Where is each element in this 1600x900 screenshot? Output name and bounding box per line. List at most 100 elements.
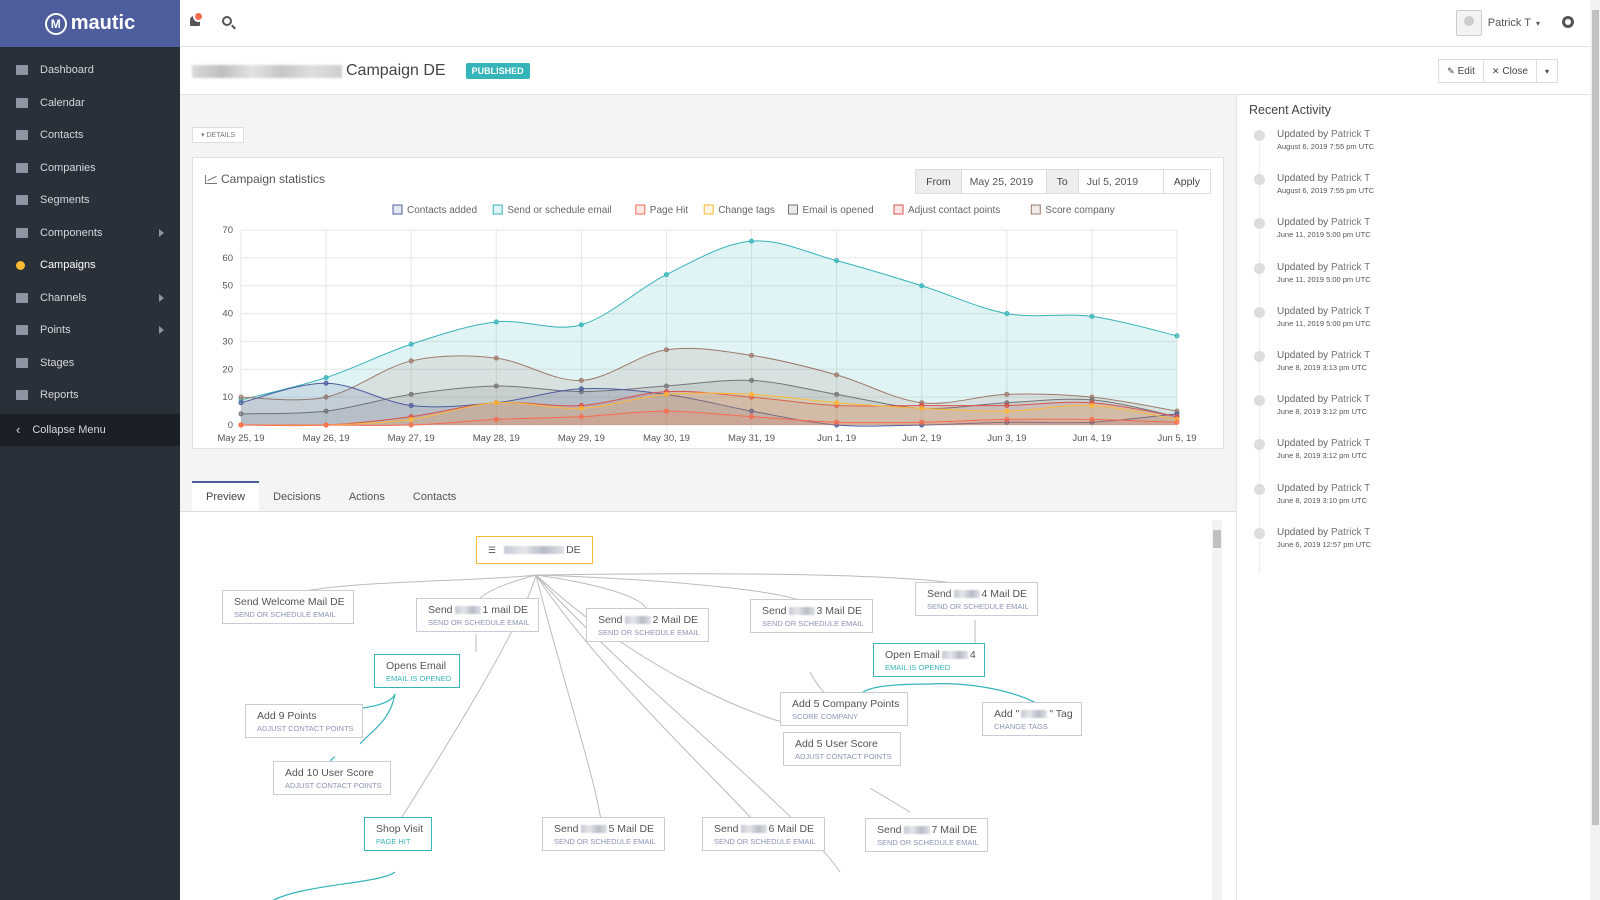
legend-item[interactable]: Adjust contact points (893, 204, 1000, 216)
data-point[interactable] (749, 238, 755, 244)
legend-item[interactable]: Email is opened (788, 204, 874, 216)
sidebar-item-companies[interactable]: Companies (0, 152, 180, 185)
data-point[interactable] (578, 405, 584, 411)
data-point[interactable] (1089, 313, 1095, 319)
campaign-source-node[interactable]: ☰ DE (476, 536, 593, 564)
flow-node-mail4[interactable]: Send 4 Mail DE Send or schedule email (915, 582, 1038, 616)
data-point[interactable] (493, 319, 499, 325)
data-point[interactable] (1004, 416, 1010, 422)
flow-node-pts9[interactable]: Add 9 Points Adjust contact points (245, 704, 363, 738)
flow-node-user10[interactable]: Add 10 User Score Adjust contact points (273, 761, 391, 795)
data-point[interactable] (238, 422, 244, 428)
data-point[interactable] (493, 416, 499, 422)
data-point[interactable] (663, 347, 669, 353)
data-point[interactable] (578, 414, 584, 420)
data-point[interactable] (919, 283, 925, 289)
flow-node-mail1[interactable]: Send 1 mail DE Send or schedule email (416, 598, 539, 632)
sidebar-item-calendar[interactable]: Calendar (0, 87, 180, 120)
flow-node-mail5[interactable]: Send 5 Mail DE Send or schedule email (542, 817, 665, 851)
close-button[interactable]: ✕ Close (1482, 59, 1537, 83)
activity-user-link[interactable]: Patrick T (1331, 173, 1370, 184)
legend-item[interactable]: Page Hit (635, 204, 689, 216)
apply-button[interactable]: Apply (1162, 169, 1211, 194)
activity-user-link[interactable]: Patrick T (1331, 306, 1370, 317)
tab-actions[interactable]: Actions (335, 481, 399, 511)
from-date-input[interactable]: May 25, 2019 (960, 169, 1047, 194)
data-point[interactable] (1004, 403, 1010, 408)
notifications-button[interactable] (188, 11, 204, 28)
legend-item[interactable]: Send or schedule email (492, 204, 612, 216)
activity-user-link[interactable]: Patrick T (1331, 527, 1370, 538)
flow-node-tag[interactable]: Add " " Tag Change tags (982, 702, 1082, 736)
sidebar-item-reports[interactable]: Reports (0, 379, 180, 412)
flow-node-open4[interactable]: Open Email 4 Email is opened (873, 643, 985, 677)
legend-item[interactable]: Score company (1030, 204, 1115, 216)
sidebar-item-contacts[interactable]: Contacts (0, 119, 180, 152)
flow-node-user5[interactable]: Add 5 User Score Adjust contact points (783, 732, 901, 766)
data-point[interactable] (238, 394, 244, 400)
tab-preview[interactable]: Preview (192, 481, 260, 511)
data-point[interactable] (834, 372, 840, 378)
activity-user-link[interactable]: Patrick T (1331, 217, 1370, 228)
tab-decisions[interactable]: Decisions (259, 481, 335, 511)
data-point[interactable] (408, 422, 414, 428)
data-point[interactable] (323, 375, 329, 381)
flow-node-company5[interactable]: Add 5 Company Points Score company (780, 692, 909, 726)
data-point[interactable] (1004, 408, 1010, 414)
data-point[interactable] (408, 416, 414, 422)
brand-logo[interactable]: M mautic (0, 0, 180, 47)
flow-node-opens[interactable]: Opens Email Email is opened (374, 654, 461, 688)
edit-button[interactable]: ✎ Edit (1438, 59, 1484, 83)
sidebar-item-campaigns[interactable]: Campaigns (0, 249, 180, 282)
data-point[interactable] (1174, 333, 1180, 339)
user-menu[interactable]: Patrick T ▾ (1455, 10, 1540, 36)
data-point[interactable] (238, 400, 244, 406)
data-point[interactable] (408, 403, 414, 408)
activity-user-link[interactable]: Patrick T (1331, 438, 1370, 449)
more-actions-button[interactable]: ▾ (1535, 59, 1558, 83)
sidebar-item-segments[interactable]: Segments (0, 184, 180, 217)
data-point[interactable] (663, 408, 669, 414)
data-point[interactable] (919, 405, 925, 411)
data-point[interactable] (749, 377, 755, 383)
data-point[interactable] (749, 352, 755, 358)
flow-node-shop[interactable]: Shop Visit Page hit (364, 817, 433, 851)
data-point[interactable] (1089, 416, 1095, 422)
data-point[interactable] (408, 391, 414, 397)
data-point[interactable] (578, 377, 584, 383)
data-point[interactable] (578, 386, 584, 392)
activity-user-link[interactable]: Patrick T (1331, 262, 1370, 273)
sidebar-item-stages[interactable]: Stages (0, 347, 180, 380)
data-point[interactable] (834, 419, 840, 425)
activity-user-link[interactable]: Patrick T (1331, 394, 1370, 405)
sidebar-item-dashboard[interactable]: Dashboard (0, 54, 180, 87)
flow-node-welcome[interactable]: Send Welcome Mail DE Send or schedule ema… (222, 590, 354, 624)
data-point[interactable] (1089, 403, 1095, 408)
activity-user-link[interactable]: Patrick T (1331, 350, 1370, 361)
activity-user-link[interactable]: Patrick T (1331, 483, 1370, 494)
data-point[interactable] (749, 391, 755, 397)
details-toggle[interactable]: ▾ DETAILS (192, 127, 245, 143)
data-point[interactable] (408, 358, 414, 364)
to-date-input[interactable]: Jul 5, 2019 (1077, 169, 1164, 194)
data-point[interactable] (1004, 311, 1010, 317)
data-point[interactable] (1004, 391, 1010, 397)
scrollbar-thumb[interactable] (1592, 10, 1599, 825)
tab-contacts[interactable]: Contacts (399, 481, 470, 511)
data-point[interactable] (834, 400, 840, 406)
legend-item[interactable]: Contacts added (392, 204, 477, 216)
data-point[interactable] (663, 383, 669, 389)
data-point[interactable] (834, 391, 840, 397)
data-point[interactable] (1174, 419, 1180, 425)
flow-node-mail2[interactable]: Send 2 Mail DE Send or schedule email (586, 608, 709, 642)
data-point[interactable] (323, 422, 329, 428)
data-point[interactable] (663, 391, 669, 397)
flow-node-mail6[interactable]: Send 6 Mail DE Send or schedule email (702, 817, 825, 851)
flow-node-mail3[interactable]: Send 3 Mail DE Send or schedule email (750, 599, 873, 633)
page-scrollbar[interactable] (1590, 0, 1600, 900)
sidebar-item-channels[interactable]: Channels (0, 282, 180, 315)
gear-icon[interactable] (1562, 16, 1574, 28)
activity-user-link[interactable]: Patrick T (1331, 129, 1370, 140)
collapse-menu-button[interactable]: ‹ Collapse Menu (0, 413, 180, 446)
data-point[interactable] (919, 419, 925, 425)
